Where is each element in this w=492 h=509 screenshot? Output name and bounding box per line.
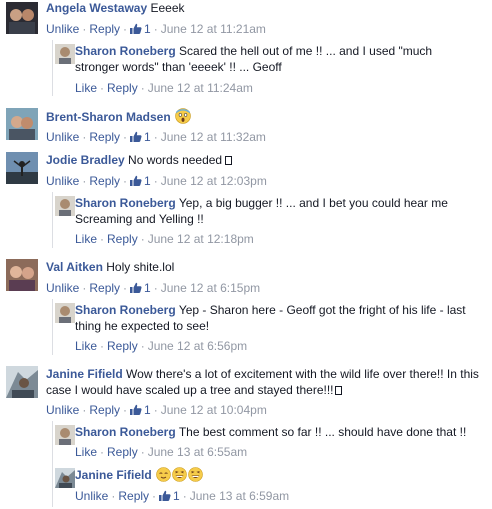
reply-link[interactable]: Reply [107,232,138,246]
avatar[interactable] [6,152,38,184]
comment-text: Wow there's a lot of excitement with the… [126,367,479,381]
thumbs-up-icon [159,490,171,501]
reply-link[interactable]: Reply [89,22,120,36]
like-count[interactable]: 1 [130,281,151,295]
unlike-link[interactable]: Unlike [75,489,108,503]
comment-author[interactable]: Sharon Roneberg [75,196,176,210]
timestamp[interactable]: June 12 at 12:03pm [161,174,267,188]
reply-link[interactable]: Reply [107,339,138,353]
missing-glyph-icon [225,156,233,165]
unlike-link[interactable]: Unlike [46,403,79,417]
avatar[interactable] [6,2,38,34]
reply-link[interactable]: Reply [118,489,149,503]
comment-author[interactable]: Sharon Roneberg [75,44,176,58]
avatar[interactable] [55,44,75,64]
avatar[interactable] [6,108,38,140]
comment-author[interactable]: Sharon Roneberg [75,303,176,317]
like-link[interactable]: Like [75,339,97,353]
reply-thread-rule [52,299,53,355]
comment-text: The best comment so far !! ... should ha… [178,425,467,439]
timestamp[interactable]: June 12 at 11:21am [161,22,266,36]
comment-author[interactable]: Janine Fifield [46,367,123,381]
like-count[interactable]: 1 [130,174,151,188]
comment-text: Holy shite.lol [106,260,175,274]
comment-author[interactable]: Brent-Sharon Madsen [46,110,171,124]
like-link[interactable]: Like [75,81,97,95]
avatar[interactable] [55,303,75,323]
relieved-emoji-icon [156,467,171,482]
comment-text-cont: stronger words" than 'eeeek' !! ... Geof… [75,60,282,74]
timestamp[interactable]: June 12 at 6:56pm [148,339,247,353]
comment-author[interactable]: Sharon Roneberg [75,425,176,439]
comment-text: Scared the hell out of me !! ... and I u… [179,44,433,58]
comment-author[interactable]: Angela Westaway [46,1,147,15]
avatar[interactable] [55,468,75,488]
thumbs-up-icon [130,175,142,186]
reply-thread-rule [52,40,53,96]
comment-text: No words needed [128,153,223,167]
like-count[interactable]: 1 [130,22,151,36]
comment-author[interactable]: Val Aitken [46,260,103,274]
comment-text-cont: case I would have scaled up a tree and s… [46,383,334,397]
like-link[interactable]: Like [75,445,97,459]
reply-thread-rule [52,421,53,507]
comment-text-cont: Screaming and Yelling !! [75,212,204,226]
timestamp[interactable]: June 12 at 12:18pm [148,232,254,246]
laughing-emoji-icon [188,467,203,482]
timestamp[interactable]: June 12 at 11:32am [161,130,266,144]
timestamp[interactable]: June 13 at 6:59am [190,489,289,503]
unlike-link[interactable]: Unlike [46,281,79,295]
timestamp[interactable]: June 12 at 6:15pm [161,281,260,295]
like-count[interactable]: 1 [130,403,151,417]
like-count[interactable]: 1 [159,489,180,503]
reply-thread-rule [52,192,53,248]
timestamp[interactable]: June 12 at 11:24am [148,81,253,95]
comment-text: Yep - Sharon here - Geoff got the fright… [178,303,466,317]
avatar[interactable] [55,196,75,216]
like-link[interactable]: Like [75,232,97,246]
unlike-link[interactable]: Unlike [46,174,79,188]
comment-author[interactable]: Jodie Bradley [46,153,125,167]
scream-emoji-icon [175,108,191,124]
comment-author[interactable]: Janine Fifield [75,468,152,482]
reply-link[interactable]: Reply [89,403,120,417]
reply-link[interactable]: Reply [107,445,138,459]
comment-text: Eeeek [150,1,185,15]
comment-text: Yep, a big bugger !! ... and I bet you c… [178,196,448,210]
comment-text-cont: thing he expected to see! [75,319,210,333]
avatar[interactable] [6,259,38,291]
laughing-emoji-icon [172,467,187,482]
like-count[interactable]: 1 [130,130,151,144]
missing-glyph-icon [334,386,342,395]
unlike-link[interactable]: Unlike [46,22,79,36]
thumbs-up-icon [130,404,142,415]
reply-link[interactable]: Reply [89,130,120,144]
reply-link[interactable]: Reply [107,81,138,95]
timestamp[interactable]: June 12 at 10:04pm [161,403,267,417]
thumbs-up-icon [130,131,142,142]
thumbs-up-icon [130,282,142,293]
unlike-link[interactable]: Unlike [46,130,79,144]
avatar[interactable] [6,366,38,398]
avatar[interactable] [55,425,75,445]
thumbs-up-icon [130,23,142,34]
timestamp[interactable]: June 13 at 6:55am [148,445,247,459]
reply-link[interactable]: Reply [89,174,120,188]
reply-link[interactable]: Reply [89,281,120,295]
